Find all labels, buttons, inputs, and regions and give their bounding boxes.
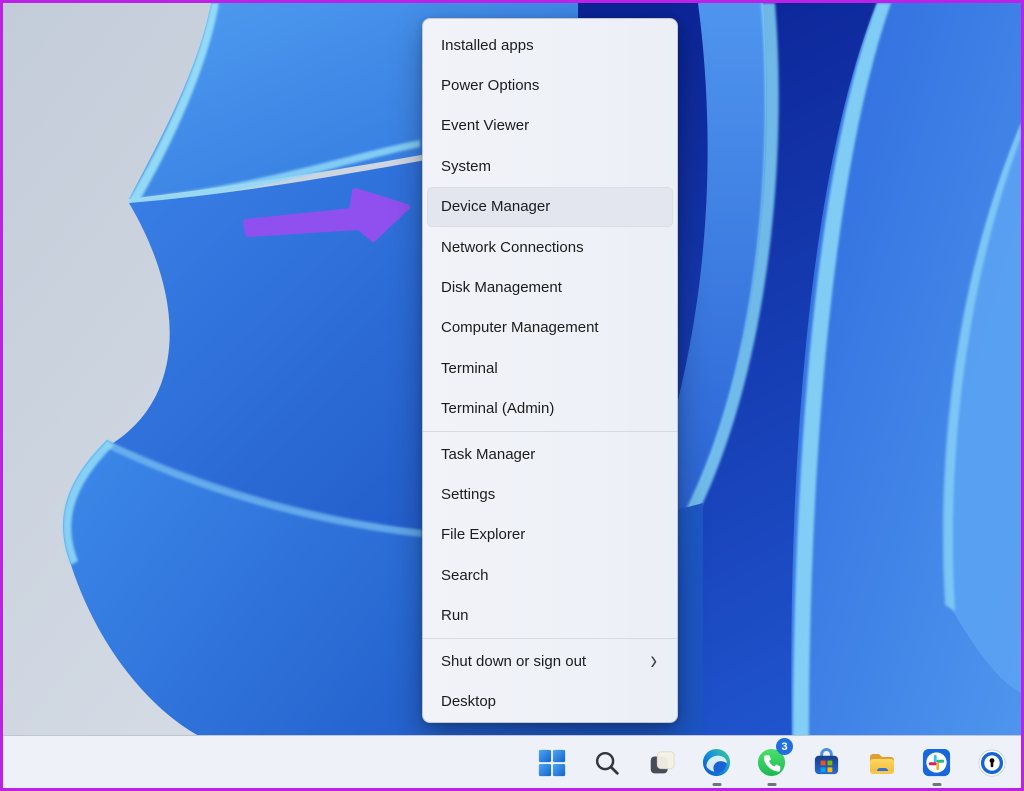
taskbar: 3: [3, 735, 1021, 788]
menu-item-terminal-admin[interactable]: Terminal (Admin): [427, 389, 673, 429]
menu-item-desktop[interactable]: Desktop: [427, 681, 673, 721]
menu-item-label: Computer Management: [441, 319, 599, 336]
taskbar-file-explorer-button[interactable]: [854, 736, 909, 789]
menu-item-disk-management[interactable]: Disk Management: [427, 267, 673, 307]
microsoft-store-icon: [811, 747, 842, 778]
menu-item-computer-management[interactable]: Computer Management: [427, 308, 673, 348]
winx-menu: Installed apps Power Options Event Viewe…: [422, 18, 678, 723]
menu-item-label: Run: [441, 607, 469, 624]
menu-item-label: Desktop: [441, 693, 496, 710]
taskbar-search-button[interactable]: [579, 736, 634, 789]
taskbar-edge-button[interactable]: [689, 736, 744, 789]
search-icon: [592, 748, 622, 778]
slack-icon: [921, 747, 952, 778]
menu-item-search[interactable]: Search: [427, 555, 673, 595]
menu-item-label: Task Manager: [441, 446, 535, 463]
menu-item-label: Search: [441, 567, 489, 584]
taskbar-whatsapp-button[interactable]: 3: [744, 736, 799, 789]
menu-item-label: File Explorer: [441, 526, 525, 543]
menu-item-network-connections[interactable]: Network Connections: [427, 227, 673, 267]
running-indicator: [712, 783, 721, 786]
menu-item-event-viewer[interactable]: Event Viewer: [427, 106, 673, 146]
file-explorer-folder-icon: [866, 747, 898, 779]
menu-separator: [423, 638, 677, 639]
menu-item-task-manager[interactable]: Task Manager: [427, 434, 673, 474]
taskbar-task-view-button[interactable]: [634, 736, 689, 789]
taskbar-start-button[interactable]: [524, 736, 579, 789]
menu-item-label: Terminal (Admin): [441, 400, 554, 417]
menu-item-label: Settings: [441, 486, 495, 503]
menu-item-label: Device Manager: [441, 198, 550, 215]
windows-logo-icon: [537, 748, 567, 778]
menu-item-device-manager[interactable]: Device Manager: [427, 187, 673, 227]
running-indicator: [932, 783, 941, 786]
menu-item-label: Disk Management: [441, 279, 562, 296]
1password-icon: [977, 748, 1007, 778]
menu-item-file-explorer[interactable]: File Explorer: [427, 515, 673, 555]
menu-item-label: Installed apps: [441, 37, 534, 54]
menu-item-shut-down-or-sign-out[interactable]: Shut down or sign out ›: [427, 641, 673, 681]
menu-item-power-options[interactable]: Power Options: [427, 65, 673, 105]
menu-item-installed-apps[interactable]: Installed apps: [427, 25, 673, 65]
menu-item-system[interactable]: System: [427, 146, 673, 186]
taskbar-1password-button[interactable]: [964, 736, 1019, 789]
menu-item-label: Terminal: [441, 360, 498, 377]
menu-item-run[interactable]: Run: [427, 595, 673, 635]
menu-separator: [423, 431, 677, 432]
screenshot-frame: Installed apps Power Options Event Viewe…: [0, 0, 1024, 791]
menu-item-label: Event Viewer: [441, 117, 529, 134]
taskbar-icon-row: 3: [524, 736, 1019, 788]
edge-browser-icon: [701, 747, 732, 778]
menu-item-label: System: [441, 158, 491, 175]
menu-item-label: Power Options: [441, 77, 539, 94]
taskbar-slack-button[interactable]: [909, 736, 964, 789]
menu-item-terminal[interactable]: Terminal: [427, 348, 673, 388]
notification-badge: 3: [776, 738, 793, 755]
menu-item-label: Network Connections: [441, 239, 584, 256]
task-view-icon: [647, 748, 677, 778]
menu-item-label: Shut down or sign out: [441, 653, 586, 670]
menu-item-settings[interactable]: Settings: [427, 474, 673, 514]
taskbar-microsoft-store-button[interactable]: [799, 736, 854, 789]
running-indicator: [767, 783, 776, 786]
submenu-chevron-icon: ›: [650, 648, 661, 675]
